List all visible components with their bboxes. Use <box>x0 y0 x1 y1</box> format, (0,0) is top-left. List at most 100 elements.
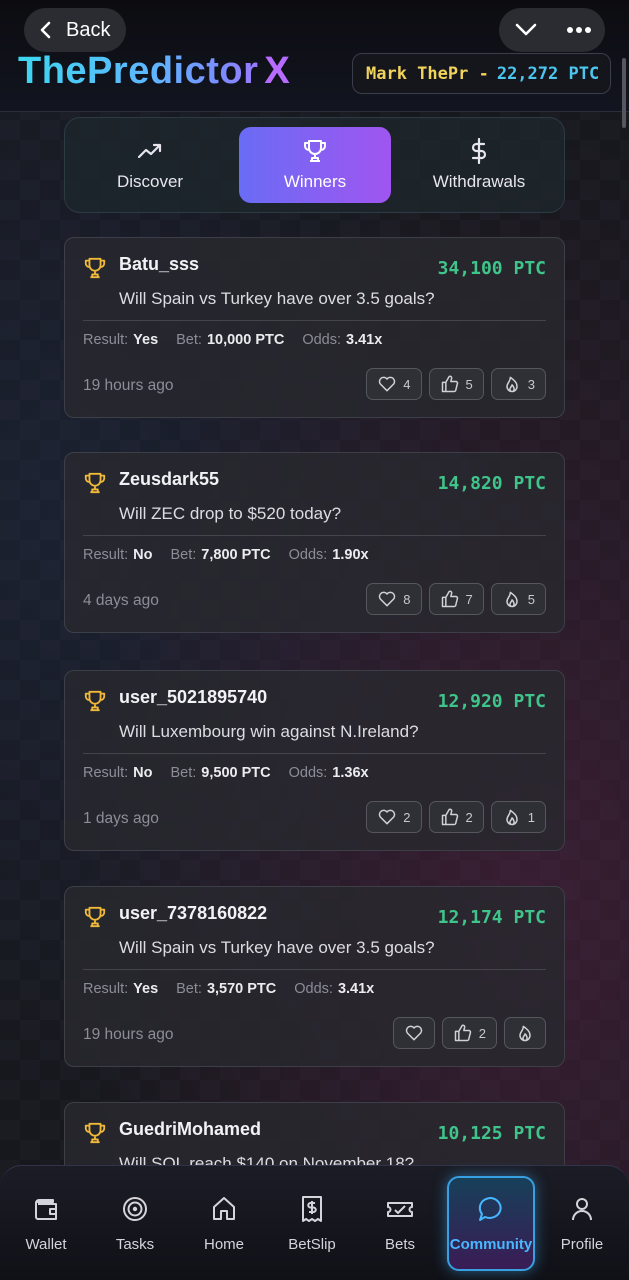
trophy-icon <box>84 690 106 712</box>
trophy-icon <box>304 140 326 162</box>
flame-icon <box>506 809 518 826</box>
like-reaction-button[interactable]: 2 <box>441 1017 497 1049</box>
winner-card[interactable]: user_5021895740 12,920 PTC Will Luxembou… <box>64 670 565 851</box>
reactions: 2 <box>392 1017 546 1049</box>
result-field: Result: No <box>83 547 153 563</box>
trophy-icon <box>84 257 106 279</box>
bet-field: Bet: 10,000 PTC <box>176 332 285 348</box>
more-options-icon[interactable] <box>559 10 599 50</box>
bet-details: Result: No Bet: 7,800 PTC Odds: 1.90x <box>83 547 369 563</box>
prediction-question[interactable]: Will Spain vs Turkey have over 3.5 goals… <box>119 289 435 309</box>
timestamp: 1 days ago <box>83 810 159 827</box>
nav-profile[interactable]: Profile <box>538 1176 626 1271</box>
tab-withdrawals[interactable]: Withdrawals <box>403 127 555 203</box>
odds-field: Odds: 3.41x <box>302 332 383 348</box>
odds-field: Odds: 3.41x <box>294 981 375 997</box>
flame-icon <box>519 1025 531 1042</box>
fire-reaction-button[interactable] <box>504 1017 546 1049</box>
result-field: Result: No <box>83 765 153 781</box>
chevron-down-icon[interactable] <box>506 10 546 50</box>
winner-username[interactable]: Zeusdark55 <box>119 469 219 490</box>
fire-reaction-button[interactable]: 3 <box>490 368 546 400</box>
thumbs-up-icon <box>441 375 458 393</box>
winnings-amount: 12,174 PTC <box>437 907 546 928</box>
top-bar: Back ThePredictor X Mark ThePr - 22,272 P… <box>0 0 629 112</box>
app-logo: ThePredictor X <box>18 50 291 92</box>
divider <box>83 753 546 754</box>
ticket-icon <box>387 1202 413 1217</box>
heart-icon <box>405 1025 422 1041</box>
winner-username[interactable]: user_5021895740 <box>119 687 267 708</box>
scrollbar[interactable] <box>622 58 626 128</box>
result-field: Result: Yes <box>83 332 159 348</box>
prediction-question[interactable]: Will Luxembourg win against N.Ireland? <box>119 722 419 742</box>
flame-icon <box>506 376 518 393</box>
reactions: 8 7 5 <box>366 583 546 615</box>
tab-winners[interactable]: Winners <box>239 127 391 203</box>
thumbs-up-icon <box>441 590 458 608</box>
user-icon <box>572 1198 592 1221</box>
chat-bubble-icon <box>478 1196 502 1221</box>
flame-icon <box>506 591 518 608</box>
heart-reaction-button[interactable]: 8 <box>366 583 422 615</box>
trending-up-icon <box>137 143 162 159</box>
winnings-amount: 12,920 PTC <box>437 691 546 712</box>
tab-label: Winners <box>283 172 347 191</box>
winner-card[interactable]: GuedriMohamed 10,125 PTC Will SOL reach … <box>64 1102 565 1167</box>
prediction-question[interactable]: Will Spain vs Turkey have over 3.5 goals… <box>119 938 435 958</box>
winner-username[interactable]: user_7378160822 <box>119 903 267 924</box>
nav-tasks[interactable]: Tasks <box>91 1176 179 1271</box>
nav-home[interactable]: Home <box>180 1176 268 1271</box>
wallet-icon <box>35 1199 57 1220</box>
heart-reaction-button[interactable]: 2 <box>366 801 422 833</box>
winner-card[interactable]: user_7378160822 12,174 PTC Will Spain vs… <box>64 886 565 1067</box>
tab-discover[interactable]: Discover <box>74 127 226 203</box>
bet-field: Bet: 3,570 PTC <box>176 981 277 997</box>
timestamp: 19 hours ago <box>83 377 174 394</box>
odds-field: Odds: 1.36x <box>288 765 369 781</box>
heart-icon <box>379 809 396 825</box>
winner-username[interactable]: Batu_sss <box>119 254 199 275</box>
trophy-icon <box>84 1122 106 1144</box>
trophy-icon <box>84 906 106 928</box>
nav-community[interactable]: Community <box>447 1176 535 1271</box>
winner-card[interactable]: Zeusdark55 14,820 PTC Will ZEC drop to $… <box>64 452 565 633</box>
nav-bets[interactable]: Bets <box>356 1176 444 1271</box>
like-reaction-button[interactable]: 7 <box>428 583 484 615</box>
heart-icon <box>379 591 396 607</box>
fire-reaction-button[interactable]: 5 <box>490 583 546 615</box>
back-label: Back <box>66 18 111 41</box>
heart-reaction-button[interactable]: 4 <box>366 368 422 400</box>
bet-details: Result: Yes Bet: 3,570 PTC Odds: 3.41x <box>83 981 374 997</box>
nav-wallet[interactable]: Wallet <box>2 1176 90 1271</box>
prediction-question[interactable]: Will ZEC drop to $520 today? <box>119 504 341 524</box>
divider <box>83 535 546 536</box>
like-reaction-button[interactable]: 2 <box>428 801 484 833</box>
winner-card[interactable]: Batu_sss 34,100 PTC Will Spain vs Turkey… <box>64 237 565 418</box>
tab-label: Withdrawals <box>432 172 526 191</box>
thumbs-up-icon <box>454 1024 472 1042</box>
divider <box>83 969 546 970</box>
reactions: 4 5 3 <box>366 368 546 400</box>
back-button[interactable]: Back <box>24 8 126 52</box>
odds-field: Odds: 1.90x <box>288 547 369 563</box>
winners-feed[interactable]: Batu_sss 34,100 PTC Will Spain vs Turkey… <box>64 237 565 1167</box>
fire-reaction-button[interactable]: 1 <box>490 801 546 833</box>
trophy-icon <box>84 472 106 494</box>
nav-betslip[interactable]: BetSlip <box>268 1176 356 1271</box>
timestamp: 4 days ago <box>83 592 159 609</box>
balance-amount: 22,272 PTC <box>496 63 600 84</box>
timestamp: 19 hours ago <box>83 1026 174 1043</box>
like-reaction-button[interactable]: 5 <box>428 368 484 400</box>
winnings-amount: 10,125 PTC <box>437 1123 546 1144</box>
winnings-amount: 14,820 PTC <box>437 473 546 494</box>
bottom-navigation: Wallet Tasks Home BetSlip Bets Community… <box>0 1165 629 1280</box>
user-name: Mark ThePr - <box>366 63 489 84</box>
heart-reaction-button[interactable] <box>392 1017 435 1049</box>
window-controls <box>499 8 605 52</box>
user-balance-badge[interactable]: Mark ThePr - 22,272 PTC <box>352 53 611 94</box>
heart-icon <box>379 376 396 392</box>
divider <box>83 320 546 321</box>
home-icon <box>213 1197 235 1220</box>
winner-username[interactable]: GuedriMohamed <box>119 1119 261 1140</box>
